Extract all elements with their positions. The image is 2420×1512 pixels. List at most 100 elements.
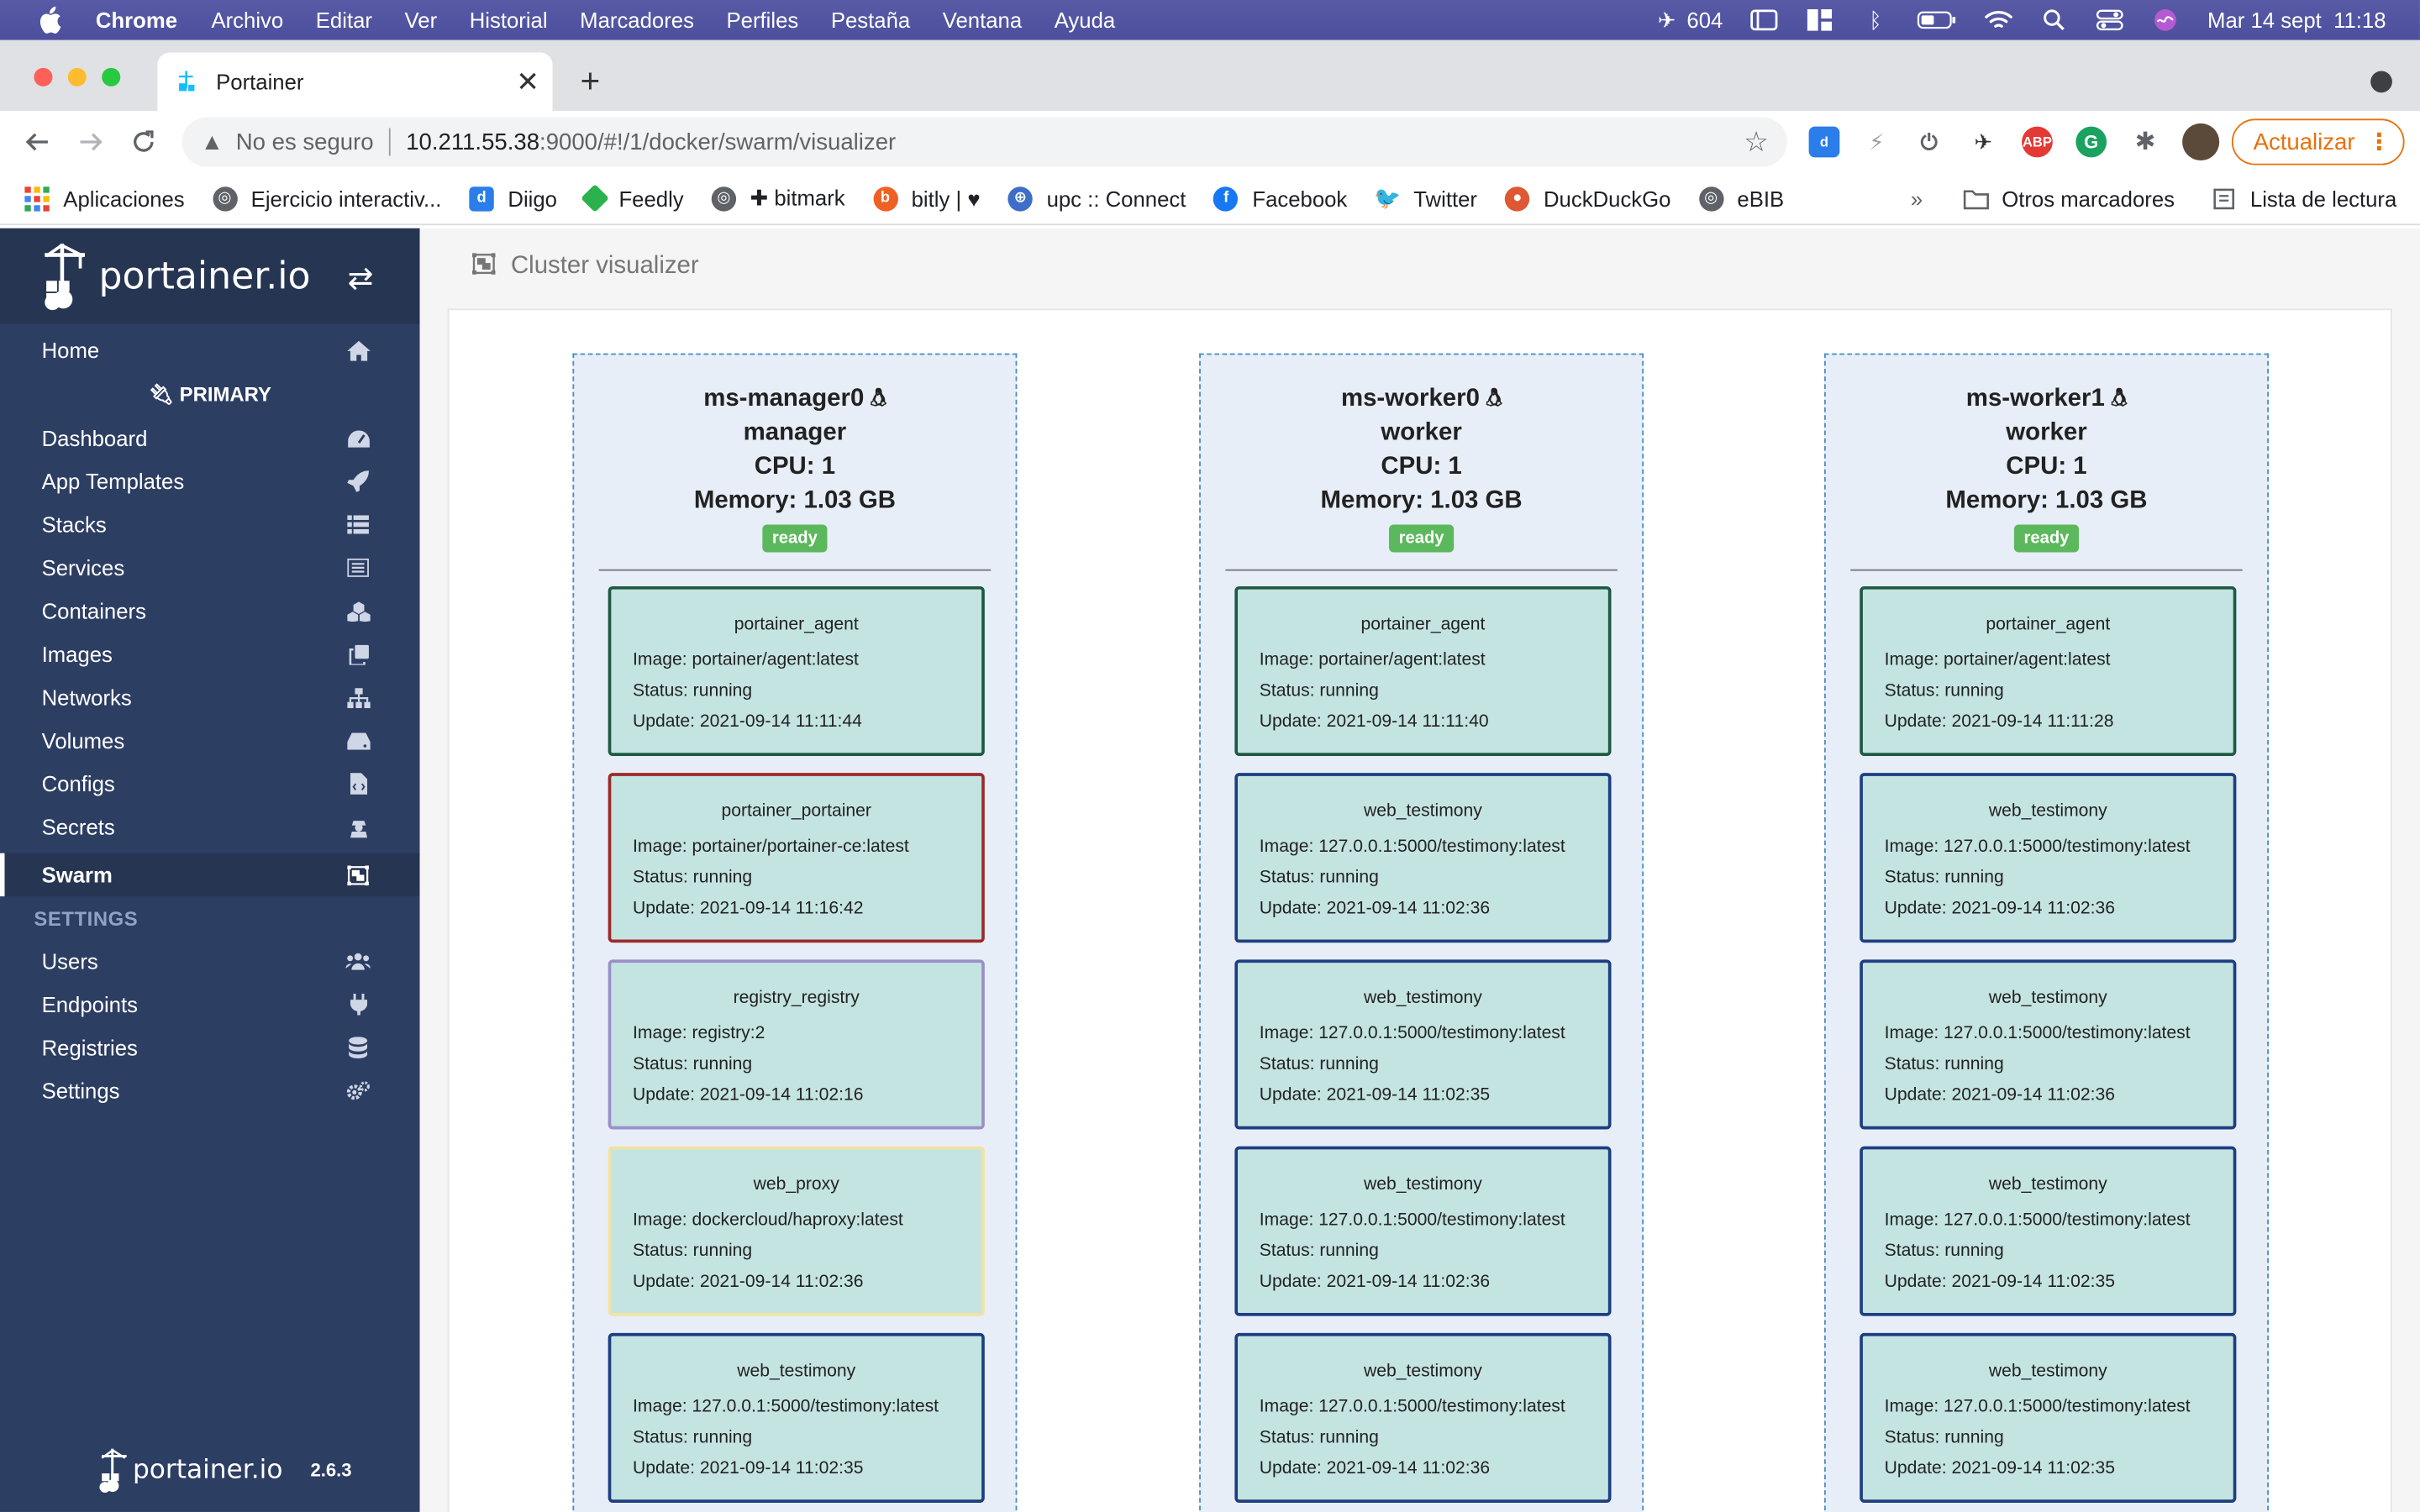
window-minimize-button[interactable] — [67, 67, 87, 87]
switch-endpoint-icon[interactable]: ⇄ — [348, 260, 374, 298]
bookmark-bitmark[interactable]: ◎ ✚ bitmark — [711, 185, 845, 211]
bookmark-facebook[interactable]: f Facebook — [1213, 186, 1347, 211]
menu-pestana[interactable]: Pestaña — [831, 8, 910, 32]
sidebar-item-dashboard[interactable]: Dashboard — [0, 417, 420, 459]
profile-avatar[interactable] — [2182, 123, 2220, 161]
control-center-icon[interactable] — [2096, 9, 2124, 31]
notebook-icon[interactable] — [1750, 9, 1778, 31]
sidebar-item-swarm[interactable]: Swarm — [0, 853, 420, 897]
task-card[interactable]: web_testimony Image: 127.0.0.1:5000/test… — [1860, 1146, 2237, 1316]
bookmark-upc-connect[interactable]: ⊕ upc :: Connect — [1007, 186, 1186, 211]
menu-editar[interactable]: Editar — [316, 8, 372, 32]
node-cpu: CPU: 1 — [1381, 453, 1462, 480]
bookmark-diigo[interactable]: d Diigo — [469, 186, 557, 211]
menu-marcadores[interactable]: Marcadores — [580, 8, 694, 32]
sidebar-item-app-templates[interactable]: App Templates — [0, 459, 420, 502]
sidebar-item-images[interactable]: Images — [0, 633, 420, 675]
task-card[interactable]: web_testimony Image: 127.0.0.1:5000/test… — [1234, 1332, 1612, 1503]
update-chrome-button[interactable]: Actualizar ⋮ — [2231, 118, 2405, 165]
bluetooth-icon[interactable]: ᛒ — [1862, 8, 1890, 32]
tab-search-icon[interactable] — [2370, 71, 2392, 93]
sidebar-item-settings[interactable]: Settings — [0, 1069, 420, 1112]
sidebar-item-home[interactable]: Home — [0, 328, 420, 371]
task-card[interactable]: web_testimony Image: 127.0.0.1:5000/test… — [1234, 959, 1612, 1130]
bookmark-aplicaciones[interactable]: Aplicaciones — [24, 186, 185, 211]
version-label: 2.6.3 — [310, 1459, 352, 1482]
sidebar-item-secrets[interactable]: Secrets — [0, 806, 420, 848]
task-card[interactable]: web_proxy Image: dockercloud/haproxy:lat… — [608, 1146, 985, 1316]
forward-icon[interactable] — [72, 123, 109, 160]
task-card[interactable]: registry_registry Image: registry:2 Stat… — [608, 959, 985, 1130]
power-extension-icon[interactable]: ⏻ — [1914, 127, 1945, 158]
sidebar-item-services[interactable]: Services — [0, 546, 420, 589]
sidebar-item-configs[interactable]: Configs — [0, 762, 420, 805]
reload-icon[interactable] — [125, 123, 162, 160]
adblock-plus-icon[interactable]: ABP — [2022, 126, 2053, 158]
bookmark-feedly[interactable]: Feedly — [581, 184, 684, 213]
back-icon[interactable] — [18, 123, 55, 160]
security-label[interactable]: No es seguro — [236, 129, 374, 155]
menu-ver[interactable]: Ver — [405, 8, 438, 32]
wifi-icon[interactable] — [1985, 9, 2013, 31]
new-tab-icon[interactable]: + — [581, 61, 601, 102]
menu-ventana[interactable]: Ventana — [943, 8, 1022, 32]
task-card[interactable]: web_testimony Image: 127.0.0.1:5000/test… — [608, 1332, 985, 1503]
sidebar-item-networks[interactable]: Networks — [0, 675, 420, 718]
task-update: Update: 2021-09-14 11:11:44 — [633, 712, 862, 732]
task-card[interactable]: portainer_agent Image: portainer/agent:l… — [608, 585, 985, 756]
address-bar[interactable]: ▲ No es seguro 10.211.55.38 :9000/#!/1/d… — [182, 117, 1787, 167]
tab-close-icon[interactable]: ✕ — [515, 66, 539, 98]
more-bookmarks-icon[interactable]: » — [1911, 186, 1923, 210]
other-bookmarks[interactable]: Otros marcadores — [1963, 186, 2175, 211]
sidebar-brand[interactable]: portainer.io ⇄ — [0, 228, 420, 324]
menu-archivo[interactable]: Archivo — [211, 8, 283, 32]
task-card[interactable]: web_testimony Image: 127.0.0.1:5000/test… — [1860, 773, 2237, 943]
layout-icon[interactable] — [1806, 9, 1833, 31]
task-card[interactable]: portainer_agent Image: portainer/agent:l… — [1234, 585, 1612, 756]
grammarly-extension-icon[interactable]: G — [2075, 126, 2107, 158]
sidebar-item-stacks[interactable]: Stacks — [0, 503, 420, 546]
task-image: Image: portainer/agent:latest — [1884, 651, 2111, 670]
menu-ayuda[interactable]: Ayuda — [1055, 8, 1115, 32]
sloth-extension-icon[interactable]: ✈ — [1968, 127, 1999, 158]
task-status: Status: running — [633, 681, 753, 701]
task-card[interactable]: portainer_portainer Image: portainer/por… — [608, 773, 985, 943]
menu-historial[interactable]: Historial — [470, 8, 548, 32]
task-card[interactable]: web_testimony Image: 127.0.0.1:5000/test… — [1860, 959, 2237, 1130]
task-card[interactable]: web_testimony Image: 127.0.0.1:5000/test… — [1234, 1146, 1612, 1316]
bookmark-star-icon[interactable]: ☆ — [1744, 126, 1769, 159]
browser-tab[interactable]: Portainer ✕ — [157, 52, 553, 112]
clock[interactable]: Mar 14 sept 11:18 — [2207, 8, 2386, 32]
menu-kebab-icon[interactable]: ⋮ — [2367, 128, 2391, 155]
task-card[interactable]: web_testimony Image: 127.0.0.1:5000/test… — [1234, 773, 1612, 943]
node-card: ms-worker1 🐧︎ worker CPU: 1 Memory: 1.03… — [1823, 353, 2269, 1512]
extensions-puzzle-icon[interactable]: ✱ — [2130, 127, 2161, 158]
spotlight-search-icon[interactable] — [2041, 9, 2069, 31]
siri-icon[interactable] — [2152, 9, 2180, 31]
sidebar-item-users[interactable]: Users — [0, 940, 420, 983]
sidebar-item-registries[interactable]: Registries — [0, 1026, 420, 1068]
bookmark-ejercicio[interactable]: ◎ Ejercicio interactiv... — [212, 186, 441, 211]
sidebar-item-containers[interactable]: Containers — [0, 590, 420, 633]
lightning-extension-icon[interactable]: ⚡ — [1861, 127, 1892, 158]
menu-chrome[interactable]: Chrome — [96, 8, 177, 32]
window-zoom-button[interactable] — [102, 67, 121, 87]
sidebar-item-volumes[interactable]: Volumes — [0, 719, 420, 762]
bookmark-twitter[interactable]: 🐦 Twitter — [1374, 185, 1477, 210]
bookmark-bitly[interactable]: b bitly | ♥ — [872, 186, 981, 211]
task-card[interactable]: portainer_agent Image: portainer/agent:l… — [1860, 585, 2237, 756]
window-close-button[interactable] — [34, 67, 53, 87]
warning-icon[interactable]: ▲ — [201, 129, 224, 155]
sidebar-item-endpoints[interactable]: Endpoints — [0, 983, 420, 1026]
sidebar-item-label: Users — [41, 948, 98, 974]
bookmark-duckduckgo[interactable]: ● DuckDuckGo — [1505, 186, 1670, 211]
reading-list[interactable]: Lista de lectura — [2213, 186, 2396, 211]
menu-perfiles[interactable]: Perfiles — [727, 8, 799, 32]
battery-icon[interactable] — [1918, 9, 1958, 31]
diigo-extension-icon[interactable]: d — [1808, 126, 1840, 158]
apple-icon[interactable] — [34, 6, 65, 34]
flight-status[interactable]: ✈ 604 — [1653, 7, 1723, 32]
task-card[interactable]: web_testimony Image: 127.0.0.1:5000/test… — [1860, 1332, 2237, 1503]
task-image: Image: dockercloud/haproxy:latest — [633, 1210, 903, 1230]
bookmark-ebib[interactable]: ◎ eBIB — [1698, 186, 1784, 211]
